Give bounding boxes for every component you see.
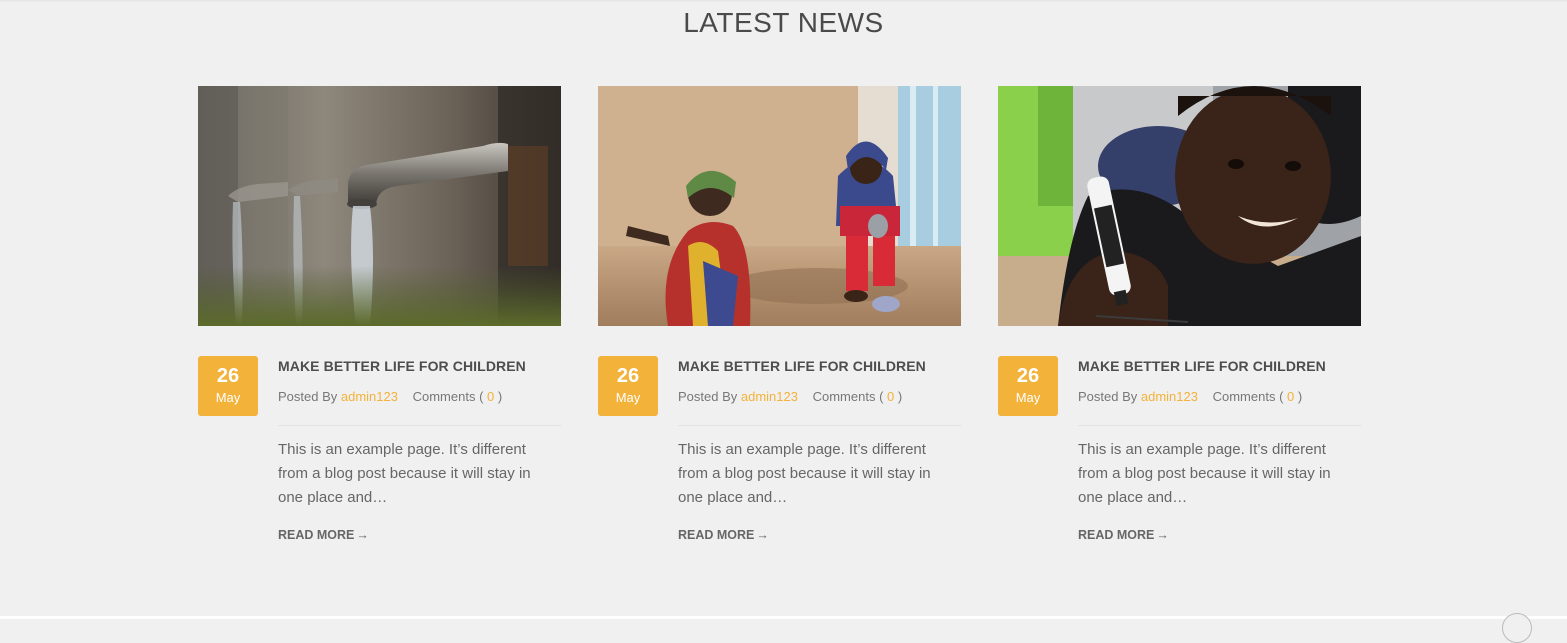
- comments-count-link[interactable]: 0: [887, 389, 894, 404]
- post-title[interactable]: MAKE BETTER LIFE FOR CHILDREN: [678, 356, 961, 376]
- comments-label: Comments (: [1212, 389, 1288, 404]
- news-card-image[interactable]: [598, 86, 961, 326]
- posted-by-label: Posted By: [278, 389, 341, 404]
- arrow-right-icon: →: [756, 528, 769, 542]
- posted-by-label: Posted By: [1078, 389, 1141, 404]
- post-excerpt: This is an example page. It’s different …: [1078, 441, 1331, 506]
- arrow-right-icon: →: [356, 528, 369, 542]
- news-card: 26 May MAKE BETTER LIFE FOR CHILDREN Pos…: [998, 86, 1361, 542]
- boy-with-marker-photo: [998, 86, 1361, 326]
- author-link[interactable]: admin123: [1141, 389, 1198, 404]
- date-day: 26: [1016, 365, 1040, 387]
- author-link[interactable]: admin123: [741, 389, 798, 404]
- author-link[interactable]: admin123: [341, 389, 398, 404]
- post-title[interactable]: MAKE BETTER LIFE FOR CHILDREN: [1078, 356, 1361, 376]
- news-card-body: MAKE BETTER LIFE FOR CHILDREN Posted By …: [278, 356, 561, 544]
- posted-by-label: Posted By: [678, 389, 741, 404]
- read-more-label: READ MORE: [678, 528, 755, 542]
- post-meta: Posted By admin123 Comments ( 0 ): [1078, 388, 1361, 426]
- comments-count-link[interactable]: 0: [487, 389, 494, 404]
- news-card-body: MAKE BETTER LIFE FOR CHILDREN Posted By …: [1078, 356, 1361, 544]
- news-card-body: MAKE BETTER LIFE FOR CHILDREN Posted By …: [678, 356, 961, 544]
- news-card: 26 May MAKE BETTER LIFE FOR CHILDREN Pos…: [598, 86, 961, 542]
- news-card-image[interactable]: [998, 86, 1361, 326]
- date-badge: 26 May: [998, 356, 1058, 416]
- section-title: LATEST NEWS: [683, 7, 884, 38]
- woman-and-child-photo: [598, 86, 961, 326]
- date-day: 26: [616, 365, 640, 387]
- read-more-link[interactable]: READ MORE →: [278, 528, 369, 542]
- date-month: May: [215, 390, 241, 405]
- news-card: 26 May MAKE BETTER LIFE FOR CHILDREN Pos…: [198, 86, 561, 542]
- post-excerpt: This is an example page. It’s different …: [678, 441, 931, 506]
- arrow-right-icon: →: [1156, 528, 1169, 542]
- comments-close: ): [497, 389, 503, 404]
- date-month: May: [615, 390, 641, 405]
- read-more-link[interactable]: READ MORE →: [678, 528, 769, 542]
- date-badge: 26 May: [198, 356, 258, 416]
- post-excerpt: This is an example page. It’s different …: [278, 441, 531, 506]
- water-taps-photo: [198, 86, 561, 326]
- news-card-image[interactable]: [198, 86, 561, 326]
- comments-close: ): [897, 389, 903, 404]
- date-day: 26: [216, 365, 240, 387]
- post-meta: Posted By admin123 Comments ( 0 ): [278, 388, 561, 426]
- post-meta: Posted By admin123 Comments ( 0 ): [678, 388, 961, 426]
- post-title[interactable]: MAKE BETTER LIFE FOR CHILDREN: [278, 356, 561, 376]
- read-more-link[interactable]: READ MORE →: [1078, 528, 1169, 542]
- comments-close: ): [1297, 389, 1303, 404]
- date-month: May: [1015, 390, 1041, 405]
- read-more-label: READ MORE: [1078, 528, 1155, 542]
- comments-count-link[interactable]: 0: [1287, 389, 1294, 404]
- comments-label: Comments (: [812, 389, 888, 404]
- header-shadow: [0, 0, 1567, 2]
- comments-label: Comments (: [412, 389, 488, 404]
- scroll-to-top-icon[interactable]: [1502, 613, 1532, 643]
- read-more-label: READ MORE: [278, 528, 355, 542]
- date-badge: 26 May: [598, 356, 658, 416]
